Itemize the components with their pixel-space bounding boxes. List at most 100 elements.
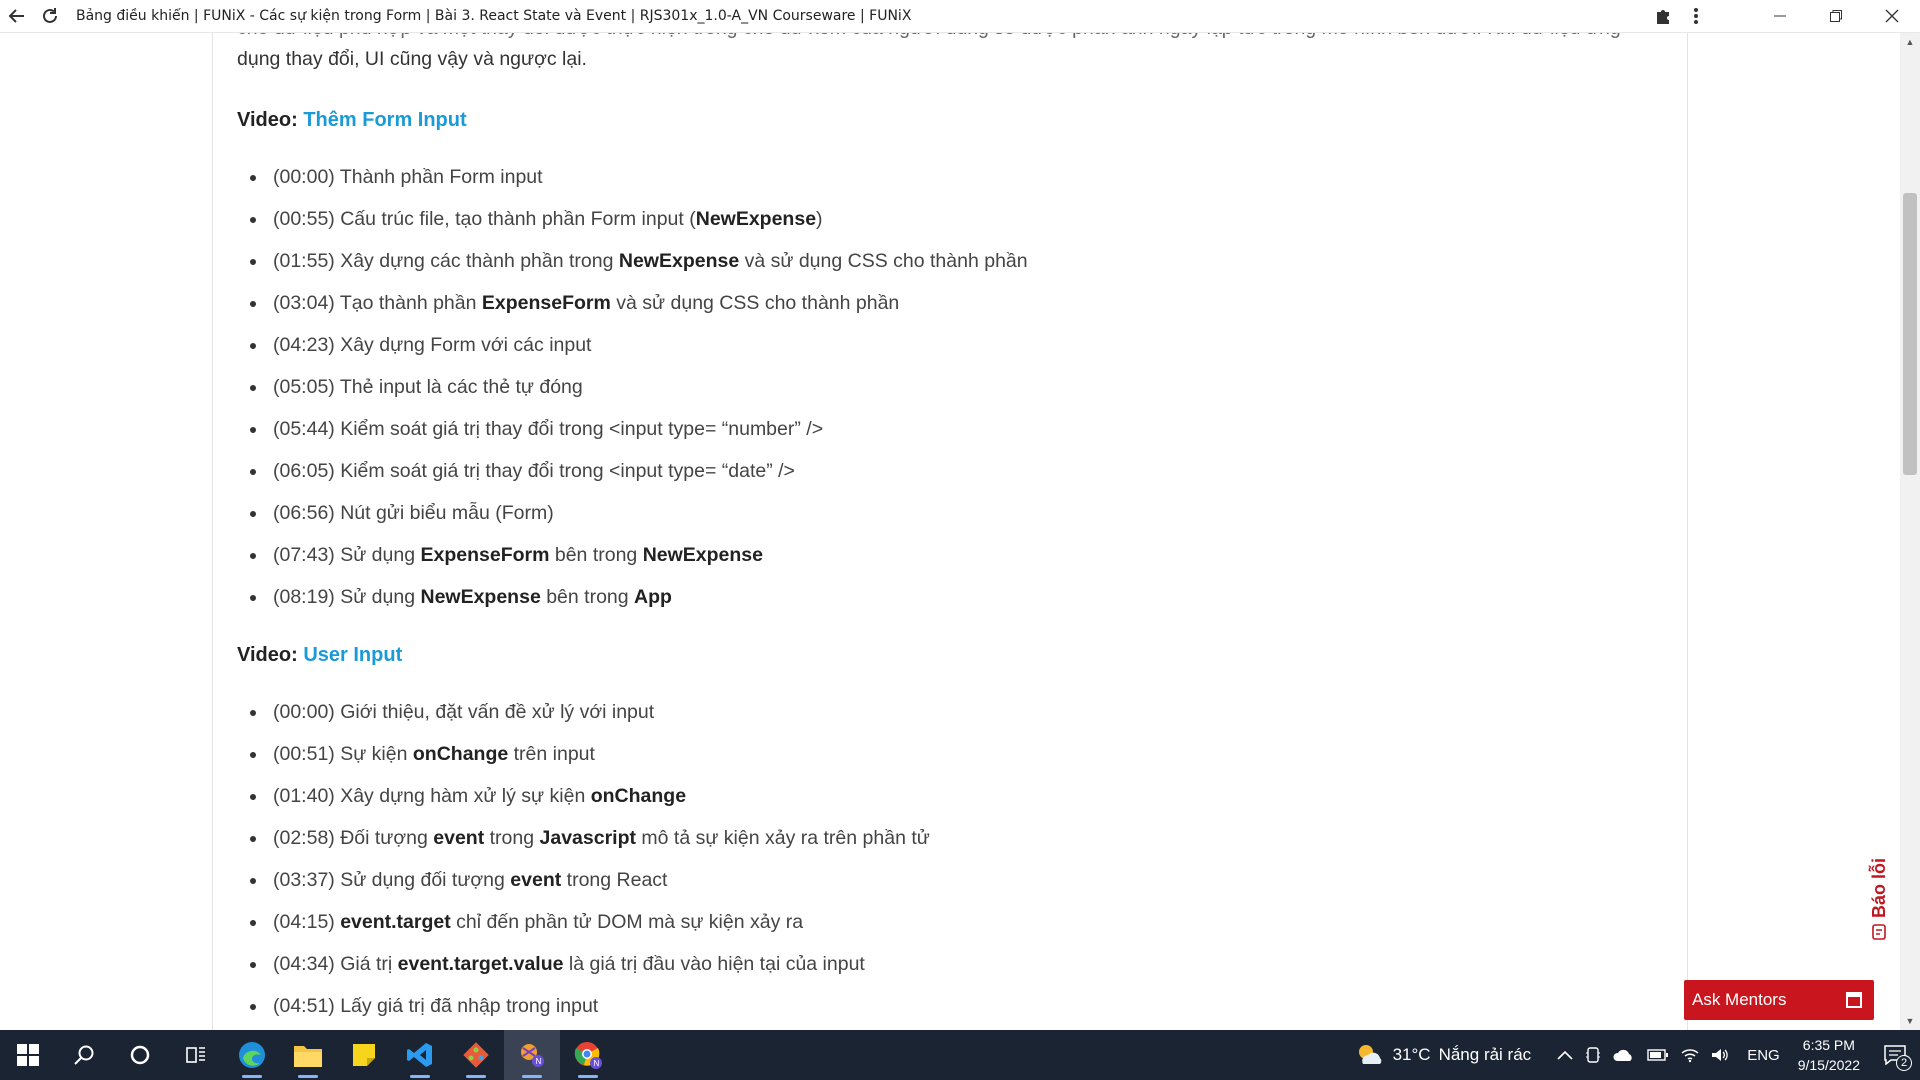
timeline-item-text: (04:15) <box>273 911 341 933</box>
timeline-item-bold: ExpenseForm <box>481 292 611 314</box>
timeline-item: (01:40) Xây dựng hàm xử lý sự kiện onCha… <box>233 784 930 826</box>
folder-icon <box>294 1046 322 1067</box>
node-app-icon: N <box>521 1044 544 1067</box>
timeline-item: (05:05) Thẻ input là các thẻ tự đóng <box>233 375 1028 417</box>
timeline-item-bold: NewExpense <box>420 586 541 608</box>
taskbar-sticky-notes[interactable] <box>336 1030 392 1080</box>
taskbar-file-explorer[interactable] <box>280 1030 336 1080</box>
cortana-button[interactable] <box>112 1030 168 1080</box>
timeline-item: (04:51) Lấy giá trị đã nhập trong input <box>233 994 930 1030</box>
edge-icon <box>239 1042 265 1068</box>
timeline-item-text: (04:34) Giá trị <box>273 953 398 975</box>
timeline-item-text: (03:37) Sử dụng đối tượng <box>273 869 511 891</box>
timeline-item-text: (02:58) Đối tượng <box>273 827 434 849</box>
start-button[interactable] <box>0 1030 56 1080</box>
video-link-user-input[interactable]: User Input <box>303 644 402 666</box>
tray-language[interactable]: ENG <box>1747 1047 1780 1064</box>
timeline-item-text: (04:23) Xây dựng Form với các input <box>273 334 592 356</box>
report-icon <box>1872 924 1886 940</box>
cortana-icon <box>130 1045 150 1065</box>
wifi-icon <box>1681 1049 1699 1063</box>
svg-text:N: N <box>594 1059 600 1068</box>
video-prefix: Video: <box>237 109 298 131</box>
language-label: ENG <box>1747 1046 1780 1064</box>
close-window-button[interactable] <box>1864 0 1920 33</box>
timeline-item-text: (06:05) Kiểm soát giá trị thay đổi trong… <box>273 460 795 482</box>
minimize-icon <box>1774 15 1786 17</box>
weather-temp: 31°C <box>1392 1045 1431 1064</box>
svg-text:N: N <box>536 1057 542 1066</box>
timeline-item-bold: NewExpense <box>642 544 763 566</box>
page-scrollbar[interactable]: ▲ ▼ <box>1900 33 1920 1030</box>
timeline-item-text: (00:51) Sự kiện <box>273 743 413 765</box>
intro-line: dụng thay đổi, UI cũng vậy và ngược lại. <box>237 48 587 70</box>
timeline-item: (01:55) Xây dựng các thành phần trong Ne… <box>233 249 1028 291</box>
notification-count: 2 <box>1896 1055 1912 1071</box>
video-link-them-form-input[interactable]: Thêm Form Input <box>303 109 466 131</box>
ask-mentors-label: Ask Mentors <box>1692 990 1787 1009</box>
clock-time: 6:35 PM <box>1802 1037 1855 1053</box>
tray-wifi[interactable] <box>1681 1047 1699 1063</box>
timeline-item-bold: ExpenseForm <box>420 544 550 566</box>
weather-widget[interactable]: 31°C Nắng rải rác <box>1355 1042 1531 1068</box>
close-icon <box>1885 9 1899 23</box>
windows-taskbar: N N 31°C Nắng rải rác ENG 6:35 PM 9/15/2… <box>0 1030 1920 1080</box>
timeline-item: (08:19) Sử dụng NewExpense bên trong App <box>233 585 1028 627</box>
search-button[interactable] <box>56 1030 112 1080</box>
page-viewport: cho dữ liệu phù hợp và một thay đổi được… <box>0 33 1920 1030</box>
timeline-item-bold: App <box>634 586 672 608</box>
timeline-item-text: (05:05) Thẻ input là các thẻ tự đóng <box>273 376 583 398</box>
tray-onedrive[interactable] <box>1613 1048 1635 1062</box>
intro-line-cut: cho dữ liệu phù hợp và một thay đổi được… <box>237 33 1657 44</box>
tray-battery[interactable] <box>1647 1049 1669 1061</box>
timeline-item-bold: NewExpense <box>618 250 740 272</box>
tray-device[interactable] <box>1585 1046 1601 1064</box>
scroll-thumb[interactable] <box>1903 193 1917 475</box>
timeline-item-text: trên input <box>508 743 595 765</box>
extensions-button[interactable] <box>1646 0 1679 33</box>
restore-icon <box>1830 10 1842 22</box>
vscode-icon <box>407 1043 432 1067</box>
menu-button[interactable] <box>1679 0 1712 33</box>
timeline-item: (05:44) Kiểm soát giá trị thay đổi trong… <box>233 417 1028 459</box>
more-vert-icon <box>1693 8 1698 24</box>
timeline-item-text: (00:55) Cấu trúc file, tạo thành phần Fo… <box>273 208 696 230</box>
taskbar-clock[interactable]: 6:35 PM 9/15/2022 <box>1798 1035 1860 1075</box>
task-view-button[interactable] <box>168 1030 224 1080</box>
timeline-item-text: bên trong <box>540 586 635 608</box>
timeline-item: (03:04) Tạo thành phần ExpenseForm và sử… <box>233 291 1028 333</box>
timeline-item-text: và sử dụng CSS cho thành phần <box>610 292 900 314</box>
windows-logo-icon <box>17 1044 39 1066</box>
timeline-item-text: (01:55) Xây dựng các thành phần trong <box>273 250 619 272</box>
partly-sunny-icon <box>1358 1045 1381 1064</box>
video-heading-1: Video: Thêm Form Input <box>237 109 467 132</box>
device-icon <box>1586 1047 1601 1063</box>
minimize-button[interactable] <box>1752 0 1808 33</box>
timeline-item: (04:23) Xây dựng Form với các input <box>233 333 1028 375</box>
restore-button[interactable] <box>1808 0 1864 33</box>
timeline-item-bold: event <box>510 869 562 891</box>
timeline-item: (00:00) Giới thiệu, đặt vấn đề xử lý với… <box>233 700 930 742</box>
timeline-item: (02:58) Đối tượng event trong Javascript… <box>233 826 930 868</box>
timeline-item: (04:34) Giá trị event.target.value là gi… <box>233 952 930 994</box>
taskbar-chrome[interactable]: N <box>560 1030 616 1080</box>
timeline-item-text: trong React <box>561 869 668 891</box>
tray-volume[interactable] <box>1711 1047 1729 1063</box>
reload-button[interactable] <box>33 0 66 33</box>
back-button[interactable] <box>0 0 33 33</box>
taskbar-git[interactable] <box>448 1030 504 1080</box>
taskbar-node-app[interactable]: N <box>504 1030 560 1080</box>
timeline-item-text: mô tả sự kiện xảy ra trên phần tử <box>635 827 930 849</box>
timeline-item-bold: event.target <box>340 911 451 933</box>
show-hidden-icons[interactable] <box>1557 1050 1573 1060</box>
taskbar-edge[interactable] <box>224 1030 280 1080</box>
maximize-chat-icon[interactable] <box>1846 992 1862 1008</box>
scroll-up-arrow[interactable]: ▲ <box>1900 33 1920 51</box>
scroll-down-arrow[interactable]: ▼ <box>1900 1012 1920 1030</box>
report-error-tab[interactable]: Báo lỗi <box>1864 840 1894 940</box>
timeline-item-text: là giá trị đầu vào hiện tại của input <box>563 953 865 975</box>
ask-mentors-widget[interactable]: Ask Mentors <box>1684 980 1874 1020</box>
action-center-button[interactable]: 2 <box>1884 1045 1912 1071</box>
taskbar-vscode[interactable] <box>392 1030 448 1080</box>
puzzle-icon <box>1656 10 1669 24</box>
